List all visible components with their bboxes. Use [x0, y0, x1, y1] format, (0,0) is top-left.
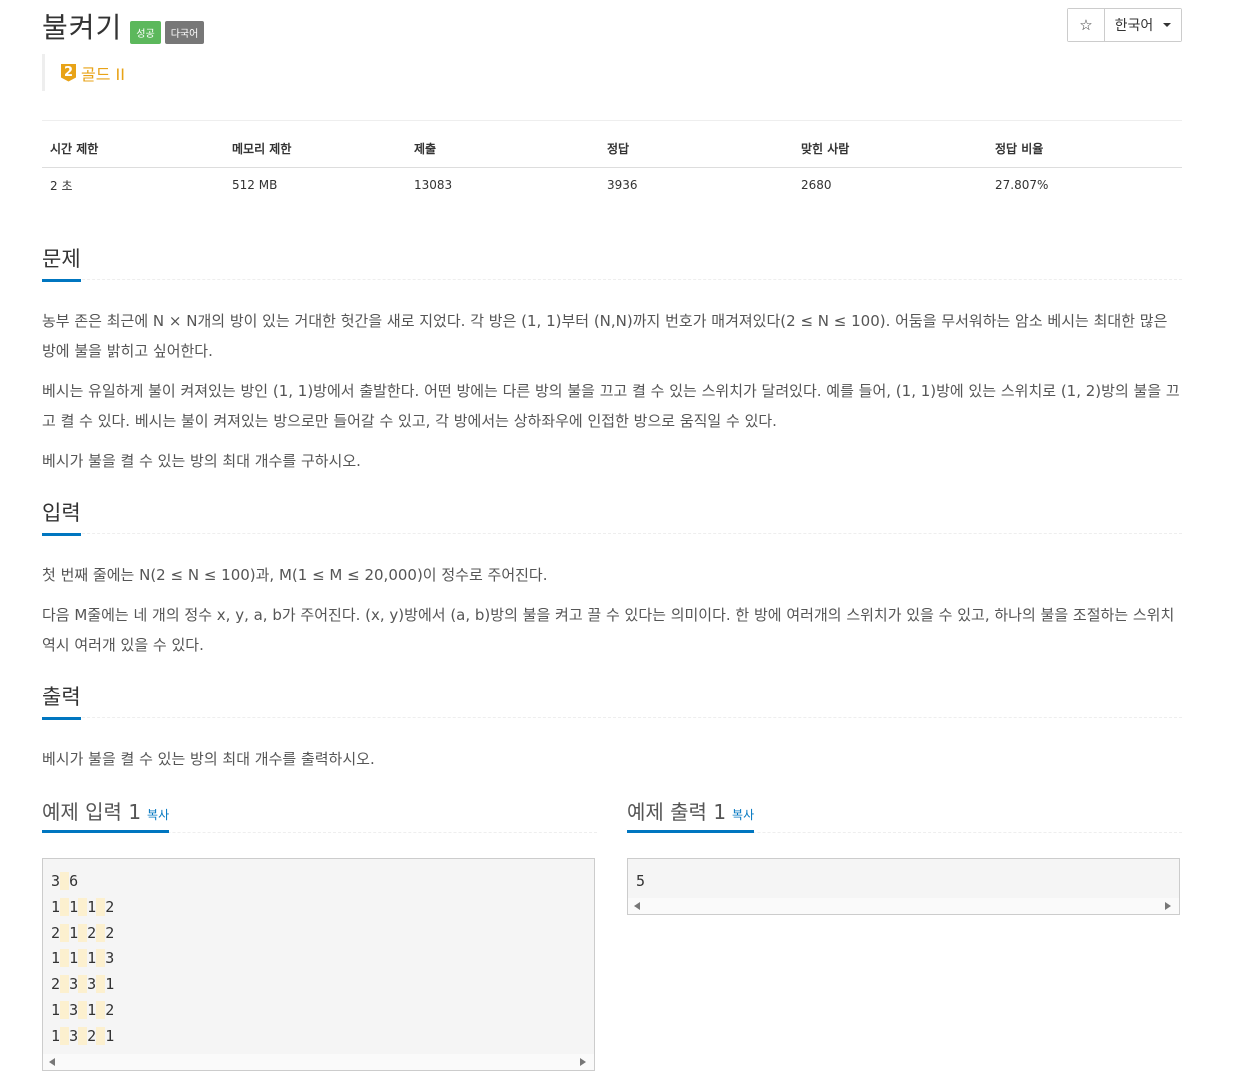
paragraph: 농부 존은 최근에 N × N개의 방이 있는 거대한 헛간을 새로 지었다. … [42, 312, 1168, 360]
sample-input-line: 1 1 1 2 [51, 895, 586, 921]
sample-input-panel: 예제 입력 1 복사 3 61 1 1 22 1 2 21 1 1 32 3 3 … [42, 796, 597, 1071]
sample-input-data[interactable]: 3 61 1 1 22 1 2 21 1 1 32 3 3 11 3 1 21 … [42, 858, 595, 1071]
language-label: 한국어 [1114, 18, 1154, 34]
paragraph: 베시가 불을 켤 수 있는 방의 최대 개수를 구하시오. [42, 452, 361, 470]
sample-input-token: 1 [87, 897, 97, 916]
copy-output-button[interactable]: 복사 [732, 808, 754, 822]
paragraph: 베시는 유일하게 불이 켜져있는 방인 (1, 1)방에서 출발한다. 어떤 방… [42, 382, 1180, 430]
paragraph: 베시가 불을 켤 수 있는 방의 최대 개수를 출력하시오. [42, 750, 375, 768]
sample-input-token: 1 [51, 1026, 61, 1045]
sample-input-token: 1 [105, 975, 115, 994]
value-solved-users[interactable]: 2680 [793, 168, 987, 203]
table-row: 2 초 512 MB 13083 3936 2680 27.807% [42, 168, 1182, 203]
sample-input-line: 2 3 3 1 [51, 972, 586, 998]
star-button[interactable]: ☆ [1068, 9, 1105, 41]
scroll-right-icon[interactable] [1165, 902, 1171, 910]
sample-input-token: 1 [69, 897, 79, 916]
tier-info: 2 골드 II [42, 54, 125, 91]
header-submissions: 제출 [406, 121, 599, 168]
description-body: 농부 존은 최근에 N × N개의 방이 있는 거대한 헛간을 새로 지었다. … [42, 280, 1182, 476]
sample-input-token: 1 [69, 949, 79, 968]
tier-label[interactable]: 골드 II [81, 61, 125, 85]
sample-output-line: 5 [636, 869, 1171, 895]
sample-input-line: 2 1 2 2 [51, 921, 586, 947]
status-badge-multilang: 다국어 [164, 20, 205, 44]
sample-input-line: 3 6 [51, 869, 586, 895]
sample-input-token: 1 [51, 949, 61, 968]
value-accuracy: 27.807% [995, 178, 1049, 192]
scroll-left-icon[interactable] [49, 1058, 55, 1066]
sample-output-token: 5 [636, 872, 646, 890]
horizontal-scrollbar[interactable] [628, 898, 1179, 914]
sample-input-token: 2 [105, 923, 115, 942]
sample-output-title: 예제 출력 1 복사 [627, 796, 755, 833]
sample-input-title: 예제 입력 1 복사 [42, 796, 170, 833]
sample-input-token: 3 [69, 1000, 79, 1019]
section-title-description: 문제 [42, 243, 81, 282]
sample-input-token: 1 [105, 1026, 115, 1045]
problem-header: 불켜기 성공 다국어 [42, 6, 205, 46]
header-solved-users: 맞힌 사람 [793, 121, 987, 168]
horizontal-scrollbar[interactable] [43, 1054, 594, 1070]
caret-down-icon [1163, 23, 1172, 27]
language-dropdown[interactable]: 한국어 [1105, 9, 1181, 41]
sample-input-token: 2 [51, 923, 61, 942]
problem-title: 불켜기 [42, 11, 123, 44]
sample-input-token: 3 [87, 975, 97, 994]
paragraph: 첫 번째 줄에는 N(2 ≤ N ≤ 100)과, M(1 ≤ M ≤ 20,0… [42, 566, 548, 584]
value-time-limit: 2 초 [50, 178, 73, 193]
copy-input-button[interactable]: 복사 [147, 808, 169, 822]
sample-input-token: 2 [105, 1000, 115, 1019]
output-section: 출력 베시가 불을 켤 수 있는 방의 최대 개수를 출력하시오. [42, 681, 1182, 784]
value-submissions[interactable]: 13083 [406, 168, 599, 203]
problem-info-table: 시간 제한 메모리 제한 제출 정답 맞힌 사람 정답 비율 2 초 512 M… [42, 120, 1182, 202]
sample-input-token: 2 [87, 923, 97, 942]
header-accepted: 정답 [599, 121, 793, 168]
header-time-limit: 시간 제한 [42, 121, 224, 168]
sample-input-token: 3 [105, 949, 115, 968]
sample-input-token: 1 [87, 949, 97, 968]
value-accepted[interactable]: 3936 [599, 168, 793, 203]
sample-input-line: 1 3 1 2 [51, 998, 586, 1024]
sample-input-token: 1 [51, 1000, 61, 1019]
tier-badge-icon: 2 [61, 63, 76, 82]
sample-input-token: 2 [105, 897, 115, 916]
section-title-input: 입력 [42, 497, 81, 536]
sample-input-token: 3 [69, 975, 79, 994]
scroll-right-icon[interactable] [580, 1058, 586, 1066]
value-memory-limit: 512 MB [232, 178, 278, 192]
sample-input-token: 2 [51, 975, 61, 994]
input-section: 입력 첫 번째 줄에는 N(2 ≤ N ≤ 100)과, M(1 ≤ M ≤ 2… [42, 497, 1182, 670]
sample-input-token: 3 [51, 872, 61, 890]
sample-input-token: 6 [69, 872, 79, 890]
status-badge-success: 성공 [130, 20, 161, 44]
sample-input-token: 1 [69, 923, 79, 942]
paragraph: 다음 M줄에는 네 개의 정수 x, y, a, b가 주어진다. (x, y)… [42, 606, 1175, 654]
sample-output-data[interactable]: 5 [627, 858, 1180, 915]
sample-input-token: 2 [87, 1026, 97, 1045]
sample-output-panel: 예제 출력 1 복사 5 [627, 796, 1182, 915]
scroll-left-icon[interactable] [634, 902, 640, 910]
sample-input-line: 1 1 1 3 [51, 946, 586, 972]
description-section: 문제 농부 존은 최근에 N × N개의 방이 있는 거대한 헛간을 새로 지었… [42, 243, 1182, 486]
section-title-output: 출력 [42, 681, 81, 720]
header-memory-limit: 메모리 제한 [224, 121, 406, 168]
sample-input-line: 1 3 2 1 [51, 1024, 586, 1050]
sample-input-token: 1 [87, 1000, 97, 1019]
problem-toolbar: ☆ 한국어 [1067, 8, 1182, 42]
sample-input-token: 3 [69, 1026, 79, 1045]
input-body: 첫 번째 줄에는 N(2 ≤ N ≤ 100)과, M(1 ≤ M ≤ 20,0… [42, 534, 1182, 660]
output-body: 베시가 불을 켤 수 있는 방의 최대 개수를 출력하시오. [42, 718, 1182, 774]
sample-input-token: 1 [51, 897, 61, 916]
header-accuracy: 정답 비율 [987, 121, 1182, 168]
star-icon: ☆ [1079, 16, 1093, 34]
